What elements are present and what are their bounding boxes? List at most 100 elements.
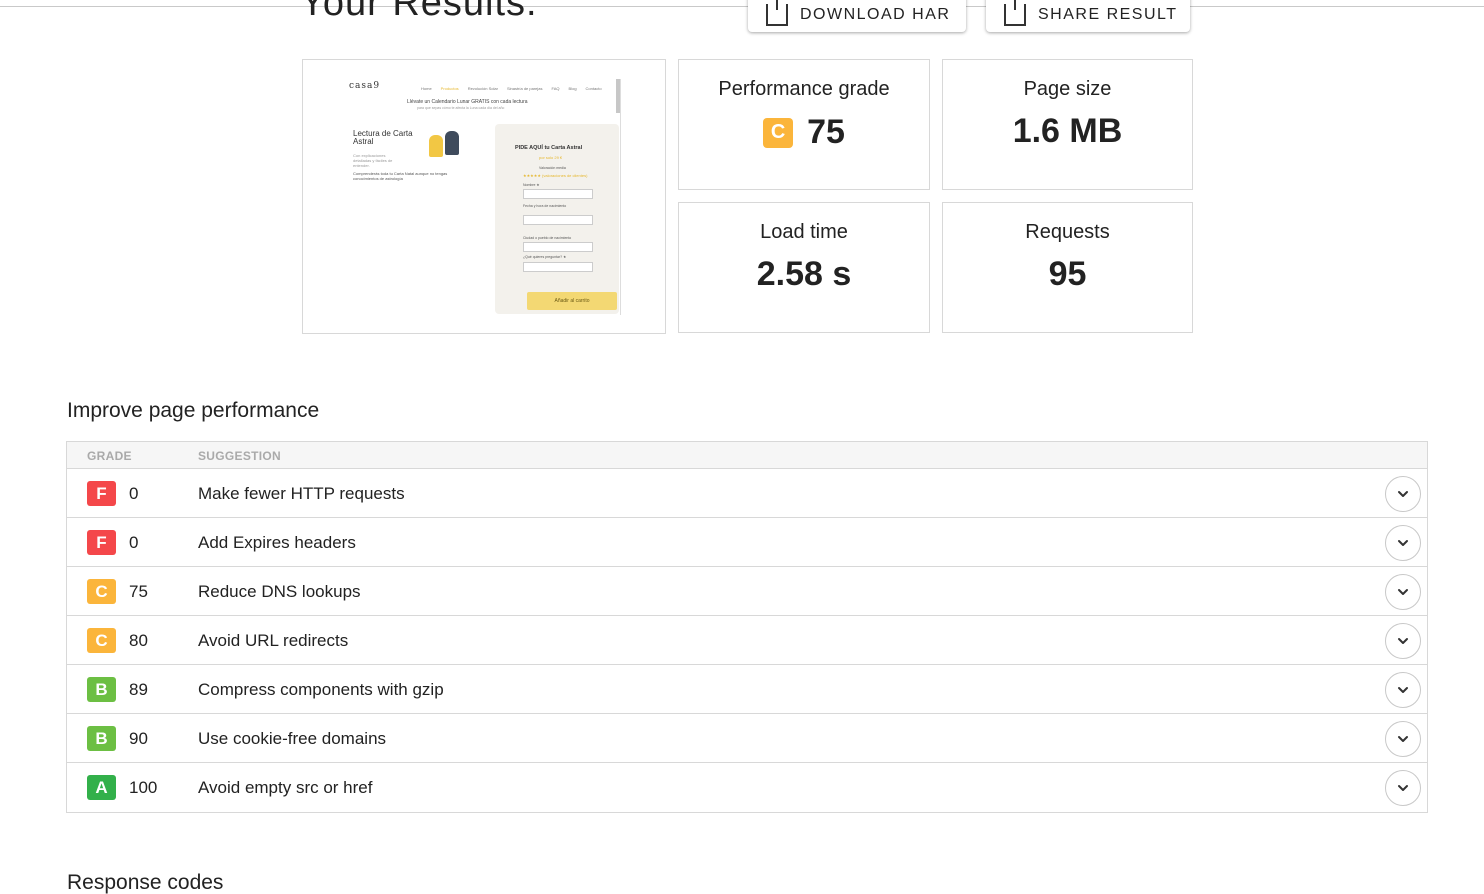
preview-form-label: Ciudad o pueblo de nacimiento — [523, 236, 572, 240]
suggestion-text: Avoid URL redirects — [198, 631, 349, 650]
preview-logo: casa9 — [349, 81, 381, 91]
grade-badge: C — [763, 117, 794, 148]
suggestion-text: Reduce DNS lookups — [198, 582, 361, 601]
expand-row-button[interactable] — [1385, 525, 1421, 561]
preview-menu-item: FAQ — [551, 86, 560, 91]
preview-form-price: por solo 29 € — [539, 155, 563, 160]
table-row[interactable]: C 75 Reduce DNS lookups — [67, 567, 1427, 616]
preview-form-input — [523, 189, 593, 199]
grade-badge: B — [87, 726, 116, 751]
chevron-down-icon — [1398, 687, 1408, 693]
expand-row-button[interactable] — [1385, 721, 1421, 757]
table-row[interactable]: C 80 Avoid URL redirects — [67, 616, 1427, 665]
table-header: GRADE SUGGESTION — [67, 442, 1427, 469]
page-title: Your Results. — [300, 0, 538, 24]
person-illustration — [429, 135, 443, 157]
suggestion-text: Compress components with gzip — [198, 680, 444, 699]
table-row[interactable]: B 90 Use cookie-free domains — [67, 714, 1427, 763]
preview-menu-item: Sinastría de parejas — [506, 86, 543, 91]
suggestion-text: Use cookie-free domains — [198, 729, 387, 748]
preview-promo: Llévate un Calendario Lunar GRATIS con c… — [407, 99, 528, 105]
grade-badge: F — [87, 530, 116, 555]
improve-performance-title: Improve page performance — [67, 399, 320, 422]
load-time-value: 2.58 s — [756, 255, 852, 293]
preview-form-stars: ★★★★★ (valoraciones de clientes) — [523, 173, 588, 178]
table-row[interactable]: F 0 Make fewer HTTP requests — [67, 469, 1427, 518]
person-illustration — [445, 131, 459, 155]
download-icon — [766, 0, 788, 26]
chevron-down-icon — [1398, 491, 1408, 497]
download-har-label: DOWNLOAD HAR — [800, 6, 951, 23]
top-divider — [0, 6, 1484, 7]
load-time-label: Load time — [760, 221, 848, 243]
share-result-button[interactable]: SHARE RESULT — [986, 0, 1190, 32]
preview-form-button: Añadir al carrito — [527, 292, 617, 310]
chevron-down-icon — [1398, 736, 1408, 742]
page-screenshot-preview: casa9 Home Productos Revolución Solar Si… — [302, 59, 666, 334]
chevron-down-icon — [1398, 540, 1408, 546]
requests-value: 95 — [1048, 255, 1087, 293]
preview-illustration — [429, 131, 461, 157]
preview-scrollbar — [616, 79, 620, 113]
performance-grade-card: Performance grade C 75 — [678, 59, 930, 190]
preview-form-label: ¿Qué quieres preguntar? ★ — [523, 255, 567, 259]
grade-badge: C — [87, 628, 116, 653]
table-row[interactable]: F 0 Add Expires headers — [67, 518, 1427, 567]
grade-score: 89 — [129, 680, 148, 699]
suggestion-text: Make fewer HTTP requests — [198, 484, 405, 503]
preview-form-title: PIDE AQUÍ tu Carta Astral — [515, 145, 583, 151]
chevron-down-icon — [1398, 638, 1408, 644]
suggestion-text: Avoid empty src or href — [198, 778, 373, 797]
preview-menu: Home Productos Revolución Solar Sinastrí… — [421, 86, 602, 91]
grade-score: 0 — [129, 533, 139, 552]
table-body: F 0 Make fewer HTTP requests F 0 Add Expires … — [67, 469, 1427, 812]
expand-row-button[interactable] — [1385, 770, 1421, 806]
expand-row-button[interactable] — [1385, 574, 1421, 610]
grade-score: 0 — [129, 484, 139, 503]
table-row[interactable]: A 100 Avoid empty src or href — [67, 763, 1427, 812]
column-header-grade: GRADE — [87, 449, 132, 463]
preview-description: Comprenderás toda tu Carta Natal aunque … — [353, 171, 448, 181]
preview-menu-item: Revolución Solar — [467, 86, 498, 91]
preview-form-label: Fecha y hora de nacimiento — [523, 204, 567, 208]
preview-menu-item: Home — [421, 86, 432, 91]
preview-menu-item: Blog — [568, 86, 577, 91]
column-header-suggestion: SUGGESTION — [198, 449, 282, 463]
chevron-down-icon — [1398, 785, 1408, 791]
grade-badge: A — [87, 775, 116, 800]
performance-grade-value: 75 — [807, 113, 845, 151]
requests-label: Requests — [1025, 221, 1110, 243]
expand-row-button[interactable] — [1385, 476, 1421, 512]
expand-row-button[interactable] — [1385, 672, 1421, 708]
response-codes-title: Response codes — [67, 871, 224, 894]
load-time-card: Load time 2.58 s — [678, 202, 930, 333]
expand-row-button[interactable] — [1385, 623, 1421, 659]
preview-subheading: Con explicaciones detalladas y fáciles d… — [353, 153, 393, 168]
preview-promo-sub: para que sepas cómo te afecta la Luna ca… — [417, 106, 505, 110]
grade-score: 75 — [129, 582, 148, 601]
download-har-button[interactable]: DOWNLOAD HAR — [748, 0, 966, 32]
preview-form-rating-label: Valoración media — [539, 166, 566, 170]
preview-heading: Lectura de Carta Astral — [353, 129, 413, 146]
preview-form-input — [523, 242, 593, 252]
screenshot-image: casa9 Home Productos Revolución Solar Si… — [347, 79, 621, 315]
grade-score: 100 — [129, 778, 158, 797]
grade-badge: B — [87, 677, 116, 702]
grade-score: 80 — [129, 631, 148, 650]
grade-score: 90 — [129, 729, 148, 748]
page-size-value: 1.6 MB — [1012, 112, 1123, 150]
performance-grade-label: Performance grade — [718, 78, 890, 100]
requests-card: Requests 95 — [942, 202, 1193, 333]
preview-form-input — [523, 215, 593, 225]
preview-form-input — [523, 262, 593, 272]
grade-badge: C — [87, 579, 116, 604]
grade-badge: F — [87, 481, 116, 506]
share-icon — [1004, 0, 1026, 26]
page-size-label: Page size — [1023, 78, 1112, 100]
page-size-card: Page size 1.6 MB — [942, 59, 1193, 190]
table-row[interactable]: B 89 Compress components with gzip — [67, 665, 1427, 714]
share-result-label: SHARE RESULT — [1038, 6, 1178, 23]
suggestion-text: Add Expires headers — [198, 533, 356, 552]
preview-order-form: PIDE AQUÍ tu Carta Astral por solo 29 € … — [495, 124, 619, 314]
preview-menu-item: Contacto — [585, 86, 602, 91]
